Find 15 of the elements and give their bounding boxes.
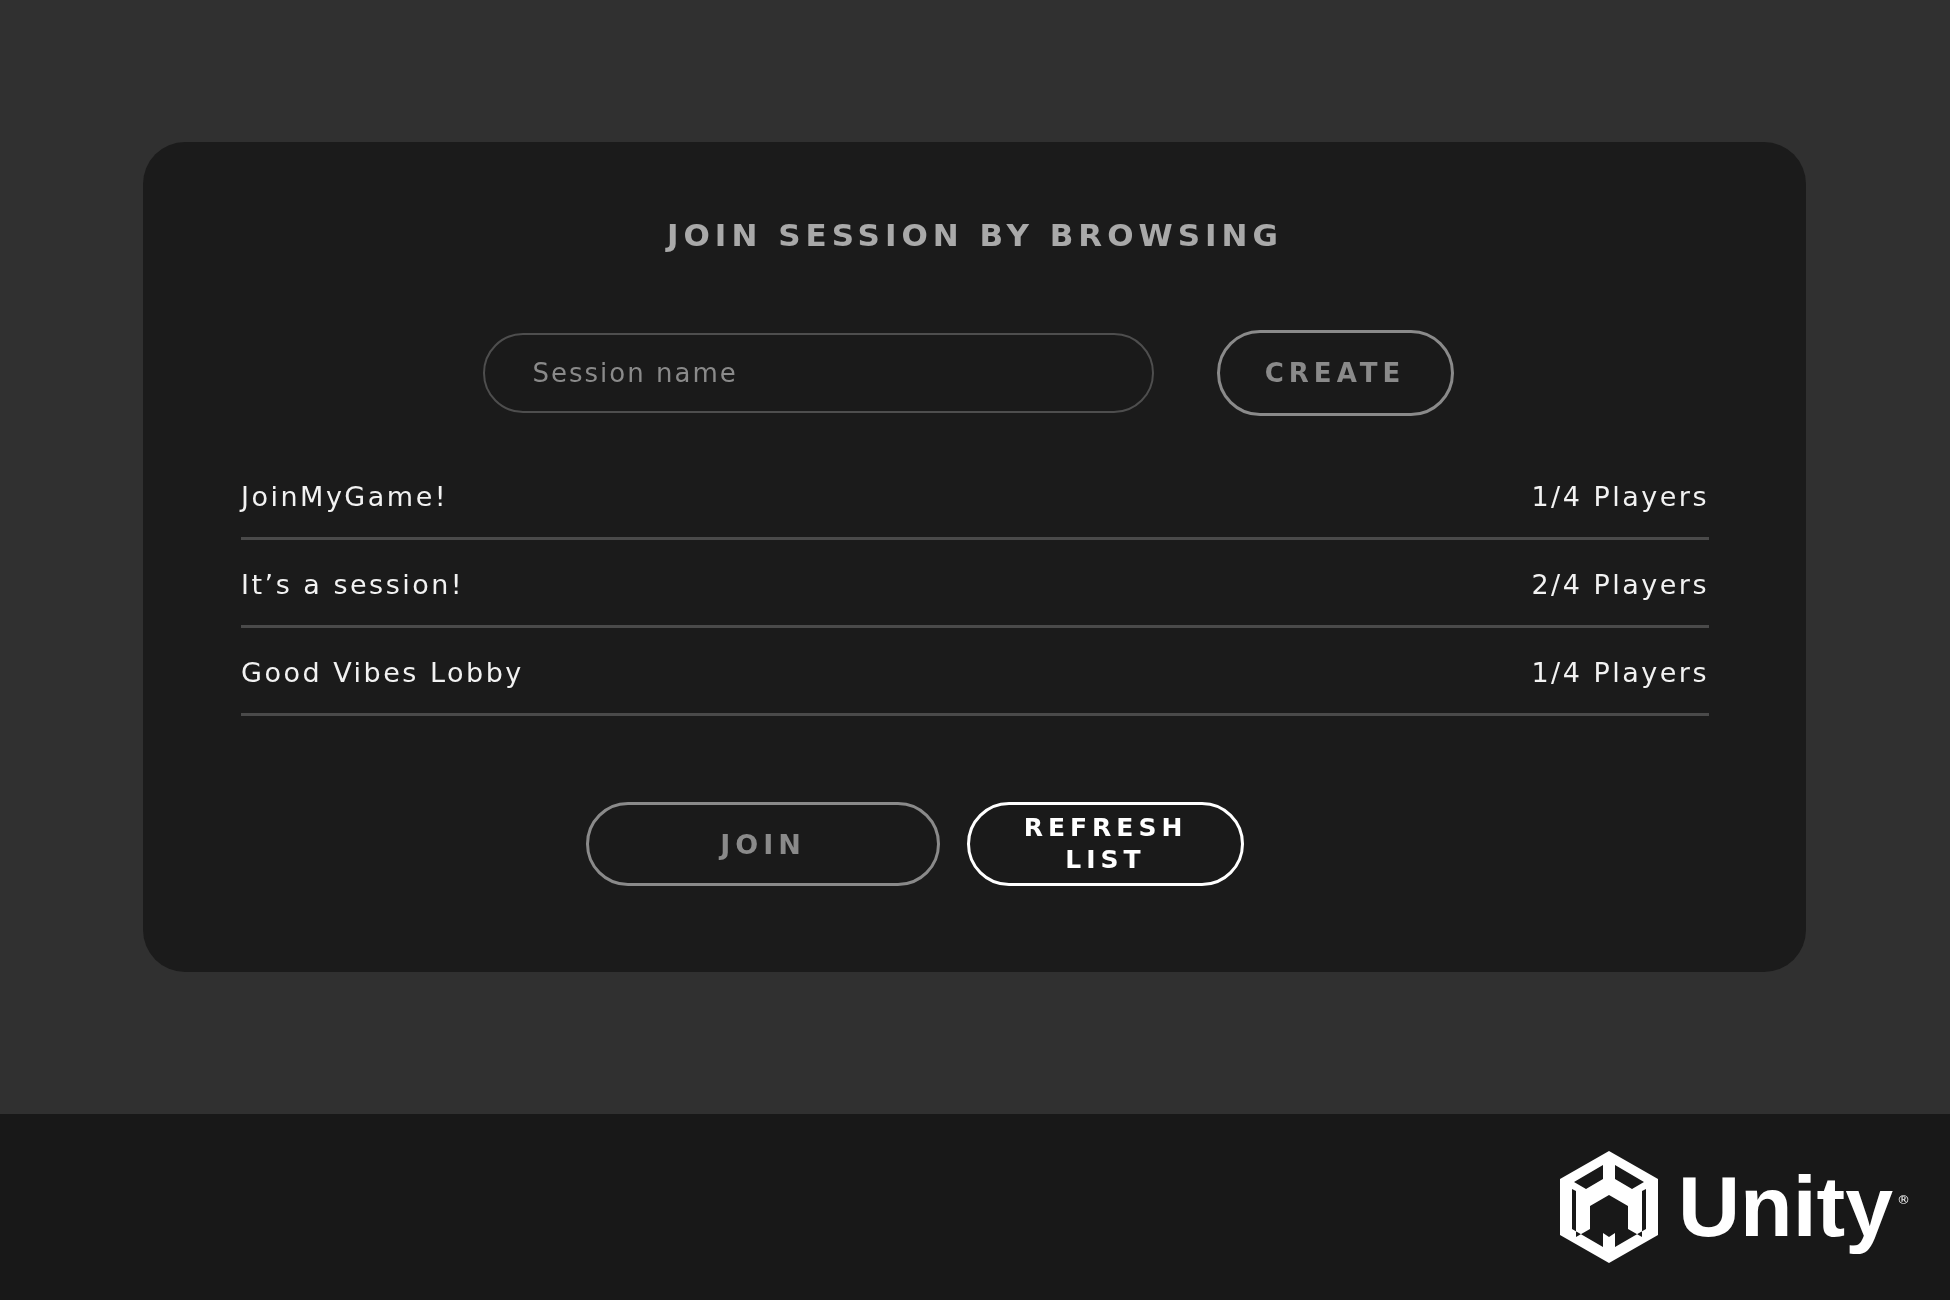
player-count: 1/4 Players xyxy=(1531,657,1709,688)
cube-logo-icon xyxy=(1560,1151,1658,1263)
player-count: 2/4 Players xyxy=(1531,569,1709,600)
logo-wordmark: Unity xyxy=(1678,1157,1893,1257)
session-row[interactable]: It’s a session! 2/4 Players xyxy=(241,540,1709,628)
session-name: Good Vibes Lobby xyxy=(241,657,524,688)
session-row[interactable]: Good Vibes Lobby 1/4 Players xyxy=(241,628,1709,716)
session-row[interactable]: JoinMyGame! 1/4 Players xyxy=(241,452,1709,540)
player-count: 1/4 Players xyxy=(1531,481,1709,512)
session-name: JoinMyGame! xyxy=(241,481,449,512)
session-name-field[interactable]: Session name xyxy=(482,333,1154,413)
trademark-symbol: ® xyxy=(1897,1192,1910,1207)
session-name: It’s a session! xyxy=(241,569,465,600)
panel-title: JOIN SESSION BY BROWSING xyxy=(667,216,1283,255)
refresh-list-button[interactable]: REFRESH LIST xyxy=(967,802,1244,886)
